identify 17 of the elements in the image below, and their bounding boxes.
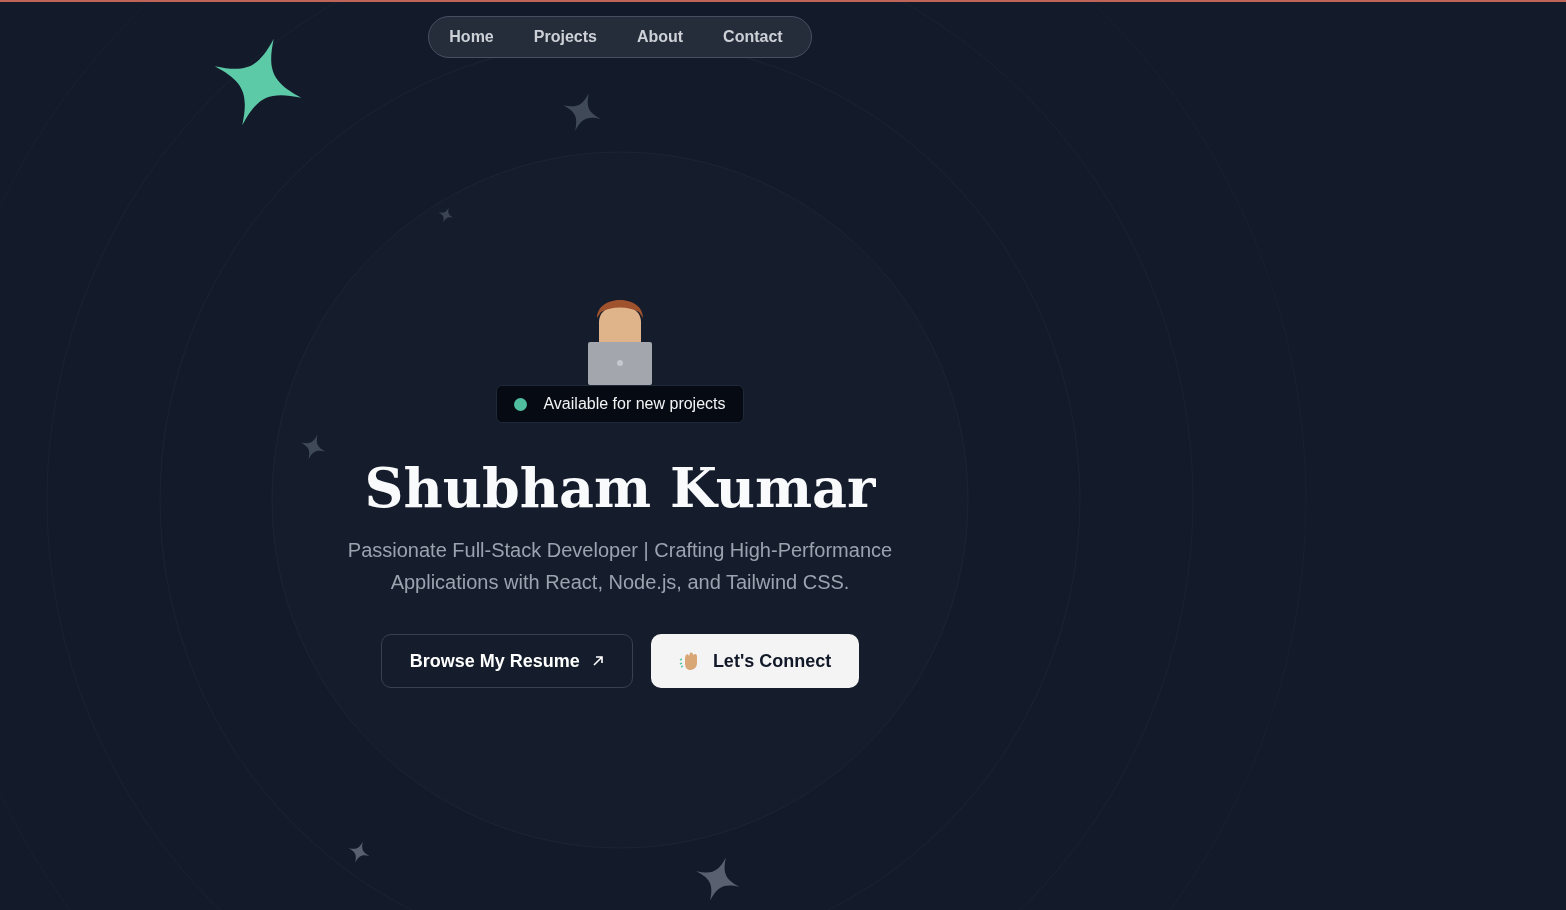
sparkle-icon <box>695 856 741 902</box>
sparkle-icon <box>438 207 454 223</box>
sparkle-icon <box>348 841 370 863</box>
sparkle-icon <box>562 92 602 132</box>
external-arrow-icon <box>591 655 604 667</box>
connect-button[interactable]: Let's Connect <box>650 634 860 688</box>
hero-name: Shubham Kumar <box>364 455 876 522</box>
hero-tagline: Passionate Full-Stack Developer | Crafting High-Performance Applications with React, Node.js, and Tailwind CSS. <box>346 538 894 595</box>
status-text: Available for new projects <box>543 395 726 413</box>
nav-link[interactable]: Projects <box>513 20 617 54</box>
nav-link[interactable]: About <box>616 20 704 54</box>
sparkle-icon <box>300 434 326 460</box>
nav-link[interactable]: Contact <box>703 20 803 54</box>
nav-link[interactable]: Home <box>437 20 514 54</box>
sparkle-icon <box>212 36 304 128</box>
resume-button[interactable]: Browse My Resume <box>380 634 633 688</box>
status-dot <box>514 397 528 411</box>
